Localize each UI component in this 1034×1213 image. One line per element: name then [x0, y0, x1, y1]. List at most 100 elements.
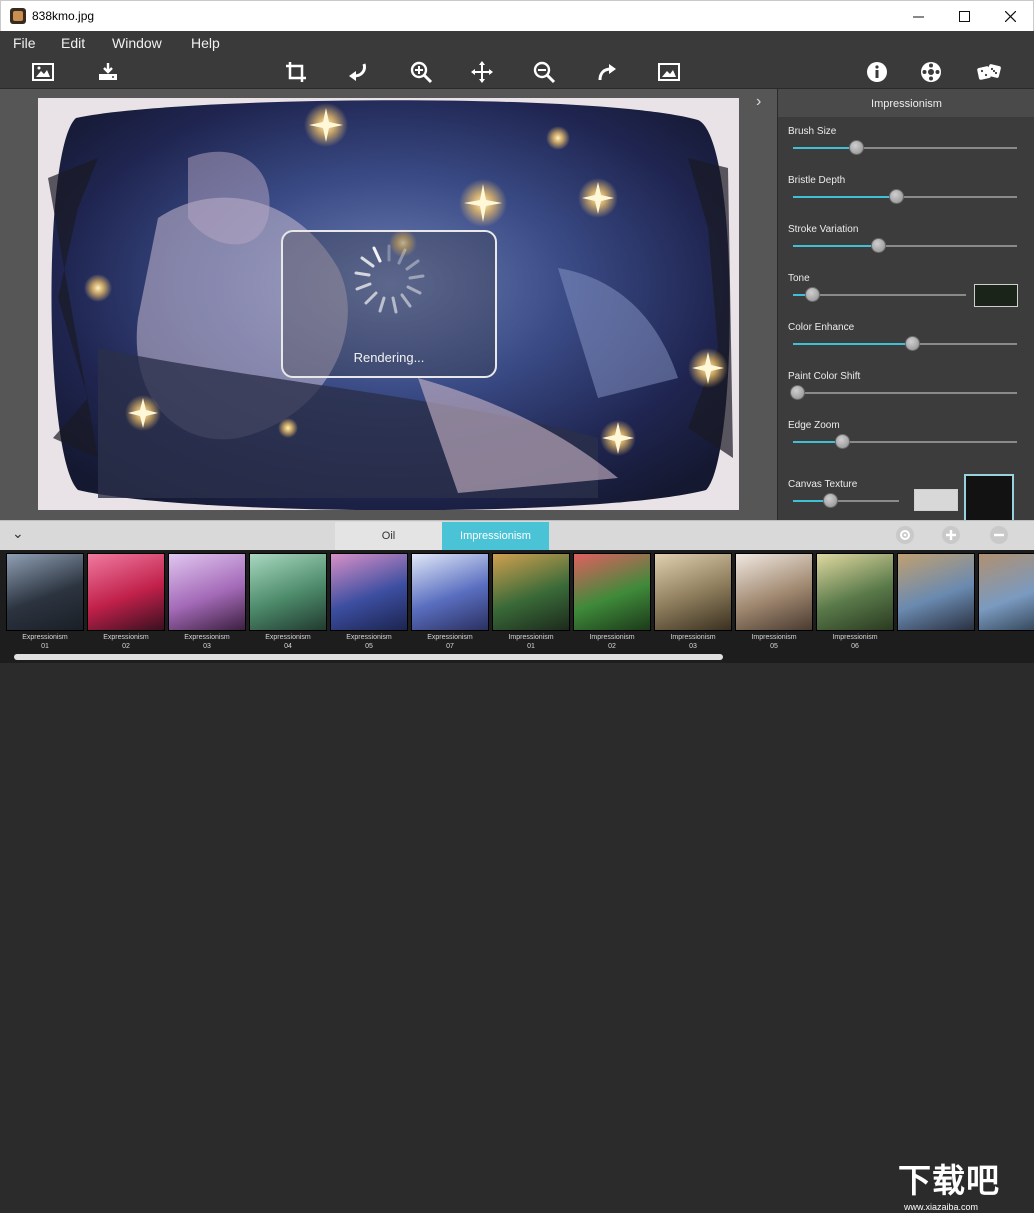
paint-color-shift-slider-thumb[interactable]: [790, 385, 805, 400]
zoom-out-button[interactable]: [529, 58, 559, 86]
preset-thumbnail[interactable]: [735, 553, 813, 631]
remove-preset-button[interactable]: [990, 526, 1008, 544]
preset-thumbnail[interactable]: [249, 553, 327, 631]
tone-slider-thumb[interactable]: [805, 287, 820, 302]
preset-thumbnail[interactable]: [492, 553, 570, 631]
menu-window[interactable]: Window: [112, 35, 162, 51]
preset-thumbnail-label: Expressionism 04: [248, 633, 328, 651]
preset-number: 03: [689, 643, 697, 650]
toolbar: [0, 55, 1034, 89]
canvas-area: › Rendering...: [0, 89, 777, 520]
open-image-button[interactable]: [28, 58, 58, 86]
info-button[interactable]: [862, 58, 892, 86]
brush-size-label: Brush Size: [788, 126, 837, 137]
preset-thumbnail[interactable]: [6, 553, 84, 631]
minimize-icon: [912, 16, 924, 17]
maximize-icon: [958, 10, 970, 22]
expand-panel-button[interactable]: ›: [756, 93, 761, 111]
preset-name: Impressionism: [508, 634, 554, 641]
edge-zoom-slider-thumb[interactable]: [835, 434, 850, 449]
effect-settings-panel: Impressionism Brush Size Bristle Depth Str…: [777, 89, 1034, 522]
color-enhance-slider[interactable]: [793, 336, 1017, 351]
preset-thumbnail-label: Impressionism 03: [653, 633, 733, 651]
title-bar: 838kmo.jpg: [0, 0, 1034, 31]
preset-thumbnail[interactable]: [330, 553, 408, 631]
stroke-variation-slider[interactable]: [793, 238, 1017, 253]
filmstrip-scrollbar[interactable]: [14, 654, 723, 660]
menu-help[interactable]: Help: [191, 35, 220, 51]
maximize-button[interactable]: [941, 1, 987, 31]
settings-button[interactable]: [916, 58, 946, 86]
brush-size-slider[interactable]: [793, 140, 1017, 155]
zoom-in-button[interactable]: [406, 58, 436, 86]
save-button[interactable]: [93, 58, 123, 86]
preset-name: Expressionism: [265, 634, 311, 641]
rotate-left-button[interactable]: [343, 58, 373, 86]
canvas-texture-preview[interactable]: [964, 474, 1014, 522]
menu-edit[interactable]: Edit: [61, 35, 85, 51]
brush-size-slider-thumb[interactable]: [849, 140, 864, 155]
minimize-button[interactable]: [895, 1, 941, 31]
preset-thumbnail-label: Expressionism 03: [167, 633, 247, 651]
preset-thumbnail[interactable]: [168, 553, 246, 631]
random-dice-button[interactable]: [974, 58, 1004, 86]
watermark-url: www.xiazaiba.com: [904, 1202, 979, 1212]
stroke-variation-label: Stroke Variation: [788, 224, 859, 235]
preset-thumbnail[interactable]: [654, 553, 732, 631]
preset-thumbnail-label: Impressionism 01: [491, 633, 571, 651]
texture-color-swatch[interactable]: [914, 489, 958, 511]
stroke-variation-slider-thumb[interactable]: [871, 238, 886, 253]
tone-color-swatch[interactable]: [974, 284, 1018, 307]
settings-icon: [921, 62, 941, 82]
pan-icon: [471, 61, 493, 83]
preset-number: 02: [608, 643, 616, 650]
color-enhance-slider-thumb[interactable]: [905, 336, 920, 351]
preset-thumbnail[interactable]: [573, 553, 651, 631]
preset-thumbnail-label: Impressionism 05: [734, 633, 814, 651]
app-icon: [10, 8, 26, 24]
preset-thumbnail[interactable]: [87, 553, 165, 631]
rendering-overlay: Rendering...: [281, 230, 497, 378]
preset-thumbnail[interactable]: [816, 553, 894, 631]
preset-number: 07: [446, 643, 454, 650]
menu-file[interactable]: File: [13, 35, 36, 51]
close-icon: [1004, 10, 1016, 22]
pan-button[interactable]: [467, 58, 497, 86]
add-preset-button[interactable]: [942, 526, 960, 544]
info-icon: [867, 62, 887, 82]
save-icon: [99, 63, 117, 80]
bristle-depth-slider[interactable]: [793, 189, 1017, 204]
paint-color-shift-slider[interactable]: [790, 385, 1017, 400]
crop-icon: [286, 62, 306, 82]
canvas-texture-slider-thumb[interactable]: [823, 493, 838, 508]
edge-zoom-label: Edge Zoom: [788, 420, 840, 431]
tab-oil[interactable]: Oil: [335, 522, 442, 550]
zoom-in-icon: [410, 61, 433, 84]
preset-thumbnail[interactable]: [897, 553, 975, 631]
preset-name: Impressionism: [751, 634, 797, 641]
canvas-texture-slider[interactable]: [793, 493, 899, 508]
collapse-filmstrip-button[interactable]: ⌄: [12, 525, 24, 542]
paint-color-shift-label: Paint Color Shift: [788, 371, 861, 382]
bristle-depth-slider-thumb[interactable]: [889, 189, 904, 204]
preset-thumbnail[interactable]: [411, 553, 489, 631]
preset-number: 04: [284, 643, 292, 650]
preset-name: Expressionism: [22, 634, 68, 641]
preset-thumbnail[interactable]: [978, 553, 1034, 631]
tone-slider[interactable]: [793, 287, 966, 302]
close-button[interactable]: [987, 1, 1033, 31]
spinner-icon: [354, 244, 425, 314]
rotate-right-button[interactable]: [592, 58, 622, 86]
fit-screen-button[interactable]: [654, 58, 684, 86]
preset-thumbnail-label: Expressionism 07: [410, 633, 490, 651]
preset-number: 03: [203, 643, 211, 650]
preset-number: 06: [851, 643, 859, 650]
preset-button[interactable]: [896, 526, 914, 544]
crop-button[interactable]: [281, 58, 311, 86]
preset-filmstrip: Expressionism 01 Expressionism 02 Expression…: [0, 550, 1034, 1212]
tab-impressionism[interactable]: Impressionism: [442, 522, 549, 550]
preset-thumbnail-label: Impressionism 06: [815, 633, 895, 651]
preset-name: Impressionism: [670, 634, 716, 641]
edge-zoom-slider[interactable]: [793, 434, 1017, 449]
add-icon: [946, 530, 956, 540]
